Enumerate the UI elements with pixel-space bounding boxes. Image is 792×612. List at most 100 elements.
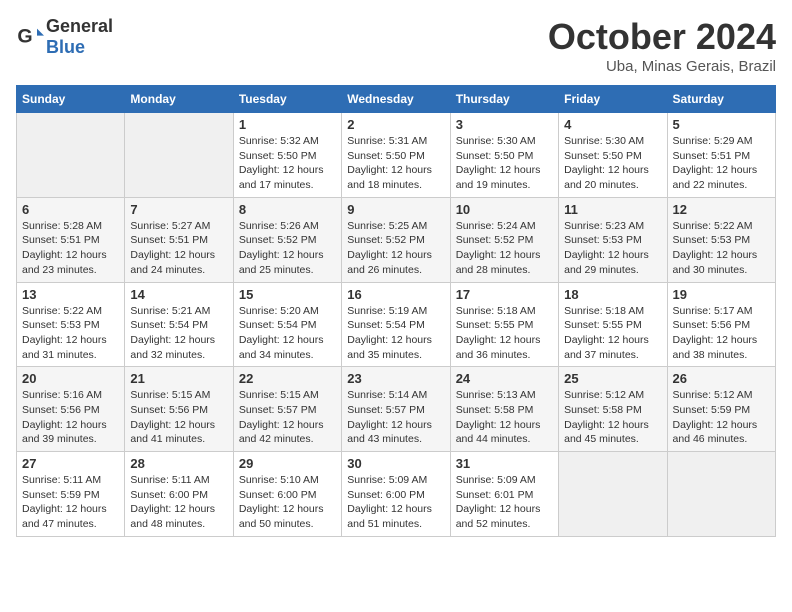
day-number: 30 xyxy=(347,456,444,471)
day-cell-28: 28Sunrise: 5:11 AMSunset: 6:00 PMDayligh… xyxy=(125,452,233,537)
day-number: 26 xyxy=(673,371,770,386)
day-info: Sunrise: 5:26 AMSunset: 5:52 PMDaylight:… xyxy=(239,219,336,278)
day-info: Sunrise: 5:14 AMSunset: 5:57 PMDaylight:… xyxy=(347,388,444,447)
day-number: 1 xyxy=(239,117,336,132)
day-info: Sunrise: 5:13 AMSunset: 5:58 PMDaylight:… xyxy=(456,388,553,447)
day-info: Sunrise: 5:31 AMSunset: 5:50 PMDaylight:… xyxy=(347,134,444,193)
day-cell-4: 4Sunrise: 5:30 AMSunset: 5:50 PMDaylight… xyxy=(559,113,667,198)
day-info: Sunrise: 5:17 AMSunset: 5:56 PMDaylight:… xyxy=(673,304,770,363)
day-number: 12 xyxy=(673,202,770,217)
day-info: Sunrise: 5:16 AMSunset: 5:56 PMDaylight:… xyxy=(22,388,119,447)
day-cell-31: 31Sunrise: 5:09 AMSunset: 6:01 PMDayligh… xyxy=(450,452,558,537)
empty-cell xyxy=(559,452,667,537)
day-info: Sunrise: 5:19 AMSunset: 5:54 PMDaylight:… xyxy=(347,304,444,363)
day-number: 16 xyxy=(347,287,444,302)
day-number: 2 xyxy=(347,117,444,132)
day-cell-16: 16 Sunrise: 5:19 AMSunset: 5:54 PMDayligh… xyxy=(342,282,450,367)
page-header: G General Blue October 2024 Uba, Minas G… xyxy=(16,16,776,75)
day-header-wednesday: Wednesday xyxy=(342,86,450,113)
day-cell-22: 22 Sunrise: 5:15 AMSunset: 5:57 PMDayligh… xyxy=(233,367,341,452)
day-number: 8 xyxy=(239,202,336,217)
day-cell-6: 6 Sunrise: 5:28 AMSunset: 5:51 PMDaylight… xyxy=(17,197,125,282)
day-cell-30: 30Sunrise: 5:09 AMSunset: 6:00 PMDayligh… xyxy=(342,452,450,537)
logo-text-line1: General xyxy=(46,16,113,37)
day-number: 31 xyxy=(456,456,553,471)
day-info: Sunrise: 5:29 AMSunset: 5:51 PMDaylight:… xyxy=(673,134,770,193)
day-number: 3 xyxy=(456,117,553,132)
empty-cell xyxy=(17,113,125,198)
day-info: Sunrise: 5:11 AMSunset: 5:59 PMDaylight:… xyxy=(22,473,119,532)
day-info: Sunrise: 5:18 AMSunset: 5:55 PMDaylight:… xyxy=(564,304,661,363)
day-number: 5 xyxy=(673,117,770,132)
day-header-thursday: Thursday xyxy=(450,86,558,113)
day-cell-14: 14 Sunrise: 5:21 AMSunset: 5:54 PMDayligh… xyxy=(125,282,233,367)
day-number: 11 xyxy=(564,202,661,217)
day-header-saturday: Saturday xyxy=(667,86,775,113)
day-info: Sunrise: 5:22 AMSunset: 5:53 PMDaylight:… xyxy=(673,219,770,278)
day-info: Sunrise: 5:18 AMSunset: 5:55 PMDaylight:… xyxy=(456,304,553,363)
day-info: Sunrise: 5:27 AMSunset: 5:51 PMDaylight:… xyxy=(130,219,227,278)
day-info: Sunrise: 5:25 AMSunset: 5:52 PMDaylight:… xyxy=(347,219,444,278)
day-info: Sunrise: 5:21 AMSunset: 5:54 PMDaylight:… xyxy=(130,304,227,363)
day-cell-10: 10 Sunrise: 5:24 AMSunset: 5:52 PMDayligh… xyxy=(450,197,558,282)
day-cell-26: 26 Sunrise: 5:12 AMSunset: 5:59 PMDayligh… xyxy=(667,367,775,452)
day-info: Sunrise: 5:24 AMSunset: 5:52 PMDaylight:… xyxy=(456,219,553,278)
day-number: 14 xyxy=(130,287,227,302)
month-title: October 2024 xyxy=(548,16,776,58)
day-cell-23: 23Sunrise: 5:14 AMSunset: 5:57 PMDayligh… xyxy=(342,367,450,452)
day-info: Sunrise: 5:28 AMSunset: 5:51 PMDaylight:… xyxy=(22,219,119,278)
day-cell-11: 11 Sunrise: 5:23 AMSunset: 5:53 PMDayligh… xyxy=(559,197,667,282)
day-cell-5: 5 Sunrise: 5:29 AMSunset: 5:51 PMDaylight… xyxy=(667,113,775,198)
week-row-2: 6 Sunrise: 5:28 AMSunset: 5:51 PMDaylight… xyxy=(17,197,776,282)
day-cell-7: 7 Sunrise: 5:27 AMSunset: 5:51 PMDaylight… xyxy=(125,197,233,282)
day-cell-21: 21Sunrise: 5:15 AMSunset: 5:56 PMDayligh… xyxy=(125,367,233,452)
day-info: Sunrise: 5:10 AMSunset: 6:00 PMDaylight:… xyxy=(239,473,336,532)
day-cell-12: 12 Sunrise: 5:22 AMSunset: 5:53 PMDayligh… xyxy=(667,197,775,282)
title-area: October 2024 Uba, Minas Gerais, Brazil xyxy=(548,16,776,75)
day-header-sunday: Sunday xyxy=(17,86,125,113)
day-number: 22 xyxy=(239,371,336,386)
day-info: Sunrise: 5:23 AMSunset: 5:53 PMDaylight:… xyxy=(564,219,661,278)
day-cell-9: 9 Sunrise: 5:25 AMSunset: 5:52 PMDaylight… xyxy=(342,197,450,282)
day-number: 29 xyxy=(239,456,336,471)
logo-text-line2: Blue xyxy=(46,37,113,58)
day-cell-24: 24 Sunrise: 5:13 AMSunset: 5:58 PMDayligh… xyxy=(450,367,558,452)
logo: G General Blue xyxy=(16,16,113,58)
day-cell-3: 3 Sunrise: 5:30 AMSunset: 5:50 PMDaylight… xyxy=(450,113,558,198)
day-info: Sunrise: 5:30 AMSunset: 5:50 PMDaylight:… xyxy=(456,134,553,193)
day-header-friday: Friday xyxy=(559,86,667,113)
day-number: 15 xyxy=(239,287,336,302)
day-info: Sunrise: 5:12 AMSunset: 5:59 PMDaylight:… xyxy=(673,388,770,447)
day-number: 28 xyxy=(130,456,227,471)
day-number: 24 xyxy=(456,371,553,386)
day-number: 4 xyxy=(564,117,661,132)
day-info: Sunrise: 5:32 AMSunset: 5:50 PMDaylight:… xyxy=(239,134,336,193)
day-number: 20 xyxy=(22,371,119,386)
week-row-1: 1 Sunrise: 5:32 AMSunset: 5:50 PMDaylight… xyxy=(17,113,776,198)
day-number: 10 xyxy=(456,202,553,217)
week-row-5: 27 Sunrise: 5:11 AMSunset: 5:59 PMDayligh… xyxy=(17,452,776,537)
day-number: 27 xyxy=(22,456,119,471)
day-info: Sunrise: 5:20 AMSunset: 5:54 PMDaylight:… xyxy=(239,304,336,363)
day-number: 21 xyxy=(130,371,227,386)
day-cell-29: 29 Sunrise: 5:10 AMSunset: 6:00 PMDayligh… xyxy=(233,452,341,537)
day-cell-13: 13Sunrise: 5:22 AMSunset: 5:53 PMDayligh… xyxy=(17,282,125,367)
day-cell-1: 1 Sunrise: 5:32 AMSunset: 5:50 PMDaylight… xyxy=(233,113,341,198)
day-cell-8: 8 Sunrise: 5:26 AMSunset: 5:52 PMDaylight… xyxy=(233,197,341,282)
logo-icon: G xyxy=(16,23,44,51)
day-cell-18: 18 Sunrise: 5:18 AMSunset: 5:55 PMDayligh… xyxy=(559,282,667,367)
day-number: 6 xyxy=(22,202,119,217)
day-number: 25 xyxy=(564,371,661,386)
day-number: 7 xyxy=(130,202,227,217)
day-number: 9 xyxy=(347,202,444,217)
week-row-4: 20 Sunrise: 5:16 AMSunset: 5:56 PMDayligh… xyxy=(17,367,776,452)
day-number: 18 xyxy=(564,287,661,302)
week-row-3: 13Sunrise: 5:22 AMSunset: 5:53 PMDayligh… xyxy=(17,282,776,367)
empty-cell xyxy=(667,452,775,537)
day-header-tuesday: Tuesday xyxy=(233,86,341,113)
empty-cell xyxy=(125,113,233,198)
day-number: 19 xyxy=(673,287,770,302)
day-info: Sunrise: 5:12 AMSunset: 5:58 PMDaylight:… xyxy=(564,388,661,447)
day-cell-15: 15 Sunrise: 5:20 AMSunset: 5:54 PMDayligh… xyxy=(233,282,341,367)
day-info: Sunrise: 5:15 AMSunset: 5:57 PMDaylight:… xyxy=(239,388,336,447)
